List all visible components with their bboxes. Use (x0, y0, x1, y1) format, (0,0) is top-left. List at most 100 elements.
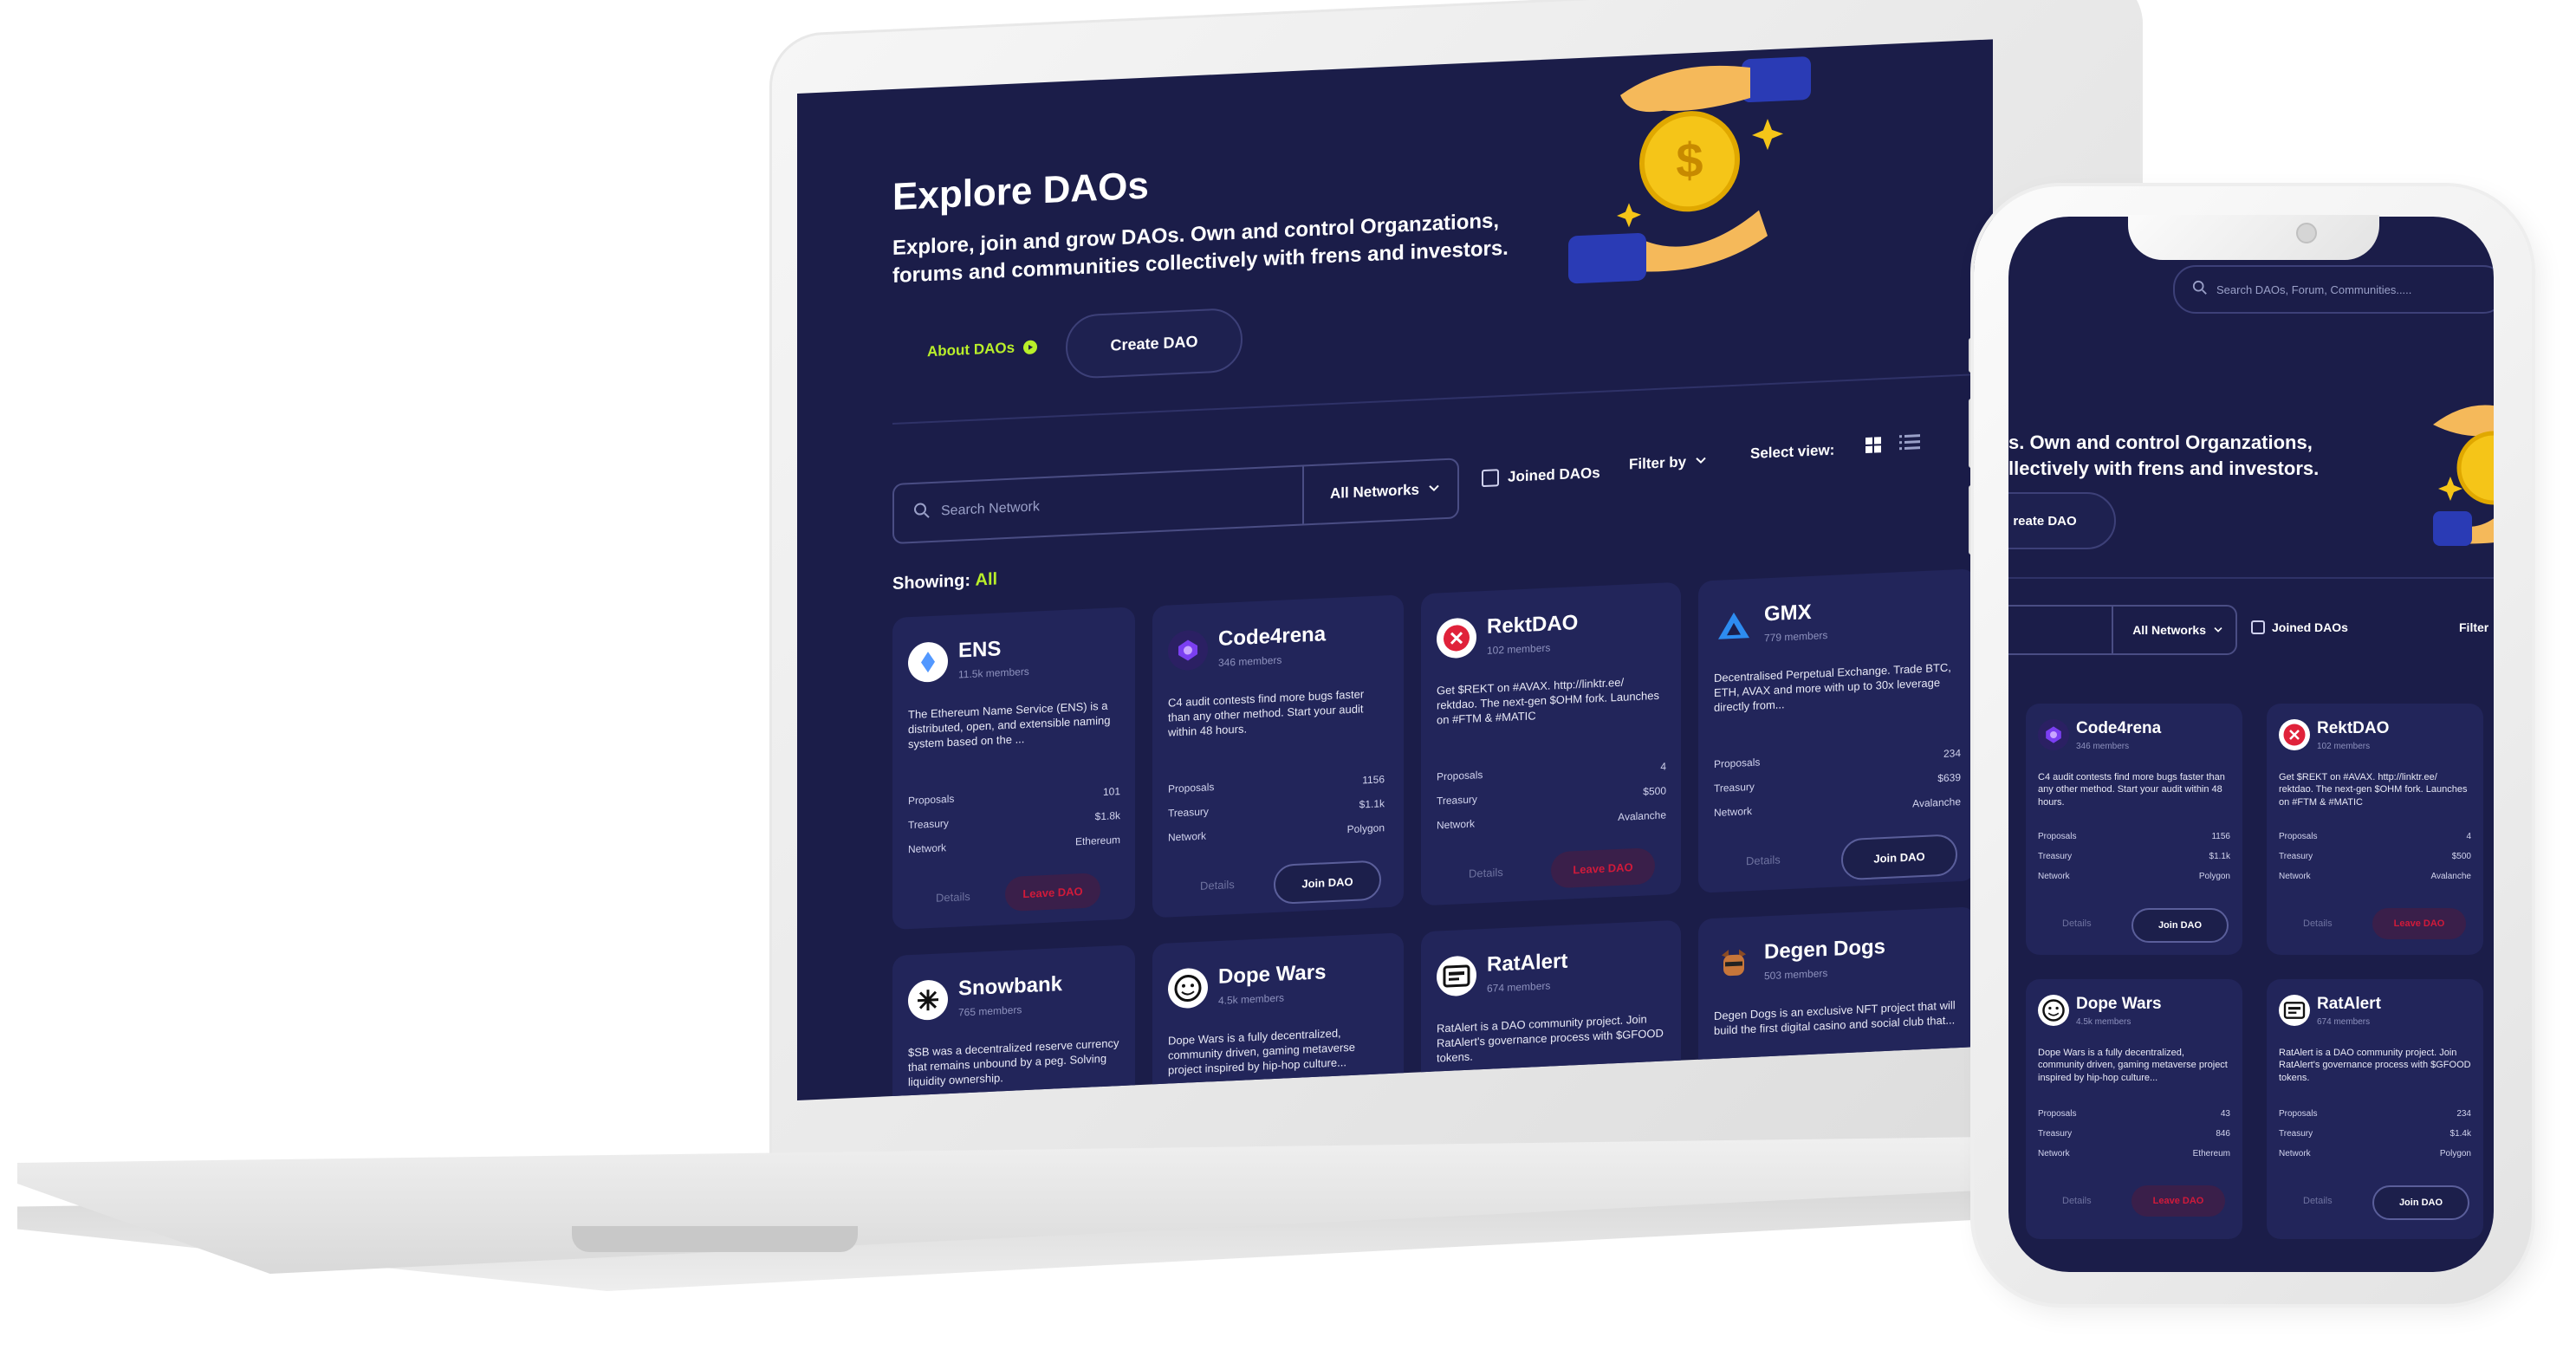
details-link[interactable]: Details (2303, 918, 2333, 929)
details-link[interactable]: Details (2062, 1196, 2092, 1206)
proposals-value: 101 (1102, 785, 1120, 798)
proposals-row: Proposals 43 (2038, 1109, 2230, 1119)
checkbox-icon[interactable] (1482, 469, 1499, 488)
network-label: Network (1714, 804, 1753, 819)
details-link[interactable]: Details (1469, 866, 1503, 880)
phone-create-dao-button[interactable]: reate DAO (2008, 492, 2116, 549)
chevron-down-icon (1428, 481, 1440, 497)
details-link[interactable]: Details (2303, 1196, 2333, 1206)
treasury-row: Treasury $1.1k (1168, 797, 1385, 819)
dao-card[interactable]: GMX 779 members Decentralised Perpetual … (1698, 568, 1976, 893)
proposals-label: Proposals (2279, 1109, 2318, 1119)
phone-dao-card[interactable]: RektDAO 102 members Get $REKT on #AVAX. … (2267, 704, 2483, 955)
phone-dao-card[interactable]: Code4rena 346 members C4 audit contests … (2026, 704, 2242, 955)
network-value: Avalanche (1912, 795, 1961, 810)
leave-dao-button[interactable]: Leave DAO (2372, 908, 2466, 939)
search-input[interactable]: Search Network (941, 488, 1302, 520)
dao-card[interactable]: Snowbank 765 members $SB was a decentral… (892, 944, 1135, 1100)
chevron-down-icon (1695, 453, 1707, 470)
treasury-row: Treasury $1.4k (2279, 1129, 2471, 1139)
filter-by-dropdown[interactable]: Filter by (1629, 452, 1707, 473)
dao-name: Code4rena (2076, 719, 2162, 737)
treasury-value: $500 (1643, 784, 1666, 798)
phone-joined-daos-label: Joined DAOs (2272, 620, 2348, 634)
leave-dao-button[interactable]: Leave DAO (1551, 847, 1655, 889)
search-bar[interactable]: Search Network All Networks (892, 458, 1459, 545)
phone-network-select[interactable]: All Networks (2132, 623, 2206, 637)
create-dao-button[interactable]: Create DAO (1066, 307, 1243, 380)
phone-search-bar[interactable]: Search DAOs, Forum, Communities..... (2173, 265, 2494, 314)
join-dao-button[interactable]: Join DAO (2132, 908, 2229, 943)
join-dao-button[interactable]: Join DAO (1841, 834, 1957, 881)
proposals-label: Proposals (1437, 769, 1483, 783)
dao-name: RatAlert (1487, 949, 1568, 977)
dao-members: 674 members (1487, 979, 1551, 995)
joined-daos-filter[interactable]: Joined DAOs (1482, 464, 1600, 488)
dao-name: Degen Dogs (1764, 934, 1886, 964)
phone-network-bar[interactable]: All Networks (2008, 605, 2237, 655)
about-daos-link[interactable]: About DAOs (927, 338, 1038, 360)
proposals-value: 1156 (2211, 832, 2230, 841)
proposals-value: 1156 (1362, 773, 1385, 787)
search-icon (913, 502, 931, 524)
showing-label: Showing: (892, 570, 970, 594)
treasury-label: Treasury (2279, 852, 2313, 861)
dao-name: RektDAO (2317, 719, 2390, 737)
grid-view-icon[interactable] (1865, 436, 1882, 458)
dao-description: Decentralised Perpetual Exchange. Trade … (1714, 660, 1951, 714)
network-select[interactable]: All Networks (1330, 481, 1419, 503)
network-value: Ethereum (2192, 1149, 2230, 1159)
laptop-screen: Explore DAOs Explore, join and grow DAOs… (797, 39, 1993, 1100)
dao-description: C4 audit contests find more bugs faster … (1168, 687, 1365, 739)
leave-dao-button[interactable]: Leave DAO (1005, 873, 1100, 912)
details-link[interactable]: Details (1200, 878, 1235, 892)
network-row: Network Polygon (2279, 1149, 2471, 1159)
proposals-label: Proposals (908, 792, 955, 808)
ens-logo-icon (908, 641, 948, 684)
header-divider (892, 373, 1993, 425)
rektdao-logo-icon (2279, 719, 2310, 750)
dao-name: Snowbank (958, 972, 1063, 1001)
ratalert-logo-icon (1437, 955, 1476, 997)
degen-dogs-logo-icon (1714, 943, 1754, 984)
phone-camera (2296, 223, 2317, 243)
phone-search-input[interactable]: Search DAOs, Forum, Communities..... (2216, 283, 2411, 296)
details-link[interactable]: Details (936, 890, 970, 905)
checkbox-icon[interactable] (2251, 620, 2265, 634)
dope-wars-logo-icon (2038, 995, 2069, 1026)
dao-card[interactable]: Code4rena 346 members C4 audit contests … (1152, 594, 1404, 918)
dao-card[interactable]: ENS 11.5k members The Ethereum Name Serv… (892, 607, 1135, 931)
list-view-icon[interactable] (1899, 432, 1920, 455)
treasury-row: Treasury $500 (2279, 852, 2471, 861)
dao-card[interactable]: RektDAO 102 members Get $REKT on #AVAX. … (1421, 581, 1681, 906)
proposals-row: Proposals 234 (2279, 1109, 2471, 1119)
phone-dao-card[interactable]: RatAlert 674 members RatAlert is a DAO c… (2267, 979, 2483, 1239)
phone-header-divider (2008, 577, 2494, 579)
network-label: Network (2038, 1149, 2070, 1159)
phone-subtitle-1: s. Own and control Organzations, (2008, 432, 2313, 453)
search-divider (2112, 607, 2114, 653)
details-link[interactable]: Details (2062, 918, 2092, 929)
leave-dao-button[interactable]: Leave DAO (2132, 1185, 2225, 1217)
phone-joined-daos-filter[interactable]: Joined DAOs (2251, 620, 2348, 634)
details-link[interactable]: Details (1746, 853, 1781, 867)
network-value: Polygon (2439, 1149, 2471, 1159)
treasury-label: Treasury (2038, 1129, 2073, 1139)
join-dao-button[interactable]: Join DAO (2372, 1185, 2469, 1220)
phone-filter-label[interactable]: Filter (2459, 620, 2488, 634)
about-daos-label: About DAOs (927, 339, 1015, 360)
coin-hand-illustration (2433, 381, 2494, 546)
dao-name: Code4rena (1218, 622, 1327, 651)
network-value: Avalanche (1618, 808, 1666, 823)
phone-dao-card[interactable]: Dope Wars 4.5k members Dope Wars is a fu… (2026, 979, 2242, 1239)
phone-screen: Search DAOs, Forum, Communities..... s. … (2008, 217, 2494, 1272)
dao-name: ENS (958, 637, 1002, 663)
phone-notch (2128, 215, 2379, 260)
phone-subtitle-2: llectively with frens and investors. (2008, 458, 2320, 479)
play-icon (1023, 340, 1038, 355)
dao-name: Dope Wars (1218, 960, 1327, 989)
treasury-row: Treasury $1.1k (2038, 852, 2230, 861)
proposals-label: Proposals (1714, 756, 1761, 770)
ratalert-logo-icon (2279, 995, 2310, 1026)
join-dao-button[interactable]: Join DAO (1274, 860, 1381, 905)
